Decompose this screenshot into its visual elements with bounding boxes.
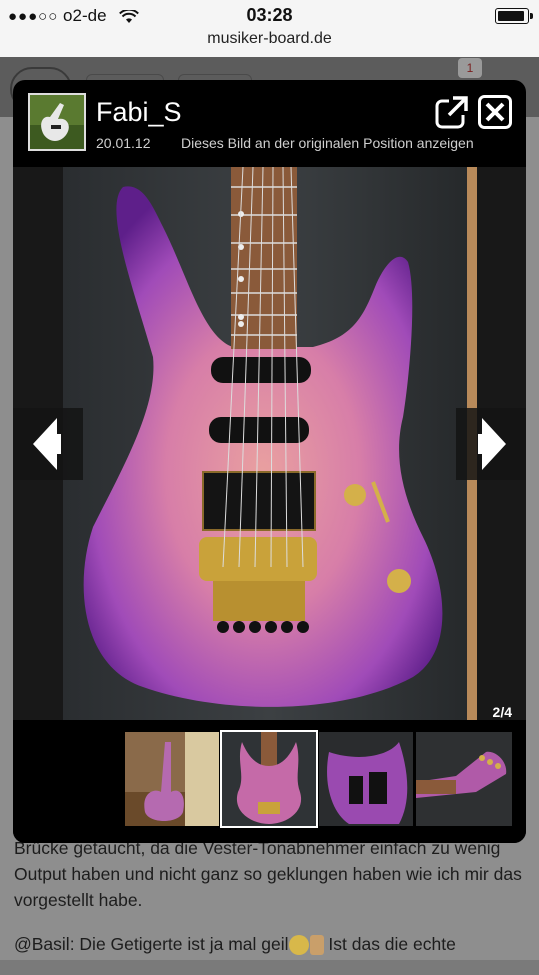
arrow-left-icon xyxy=(33,418,61,470)
avatar[interactable] xyxy=(28,93,86,151)
thumbnail-4-image xyxy=(416,732,512,826)
thumbs-up-icon xyxy=(309,935,324,956)
lightbox-header: Fabi_S 20.01.12 Dieses Bild an der origi… xyxy=(13,80,526,166)
smiley-icon xyxy=(288,935,309,956)
post-text-segment: @Basil: Die Getigerte ist ja mal geil xyxy=(14,934,289,954)
post-date: 20.01.12 xyxy=(96,135,151,151)
arrow-right-icon xyxy=(478,418,506,470)
guitar-photo[interactable] xyxy=(63,167,477,720)
author-name[interactable]: Fabi_S xyxy=(96,97,182,128)
address-bar[interactable]: musiker-board.de xyxy=(0,30,539,48)
thumbnail-3-image xyxy=(319,732,413,826)
external-link-icon[interactable] xyxy=(435,95,469,129)
thumbnail-3[interactable] xyxy=(319,732,413,826)
thumbnail-2[interactable] xyxy=(220,730,318,828)
thumbnail-2-image xyxy=(222,732,316,826)
avatar-guitar-image xyxy=(30,95,84,149)
original-position-link[interactable]: Dieses Bild an der originalen Position a… xyxy=(181,135,474,151)
previous-image-button[interactable] xyxy=(13,408,83,480)
image-stage: 2/4 xyxy=(13,167,526,720)
thumbnail-1-image xyxy=(125,732,219,826)
thumbnail-1[interactable] xyxy=(125,732,219,826)
image-lightbox: Fabi_S 20.01.12 Dieses Bild an der origi… xyxy=(13,80,526,843)
battery-icon xyxy=(495,8,533,24)
thumbnail-strip[interactable] xyxy=(13,720,526,843)
thumbnail-4[interactable] xyxy=(416,732,512,826)
clock: 03:28 xyxy=(246,5,293,25)
notification-badge[interactable]: 1 xyxy=(458,58,482,78)
post-text-segment: Ist das die echte xyxy=(323,934,456,954)
next-image-button[interactable] xyxy=(456,408,526,480)
post-paragraph: Brücke getaucht, da die Vester-Tonabnehm… xyxy=(14,838,522,910)
close-icon[interactable] xyxy=(478,95,512,129)
post-text: Brücke getaucht, da die Vester-Tonabnehm… xyxy=(14,835,524,975)
image-counter: 2/4 xyxy=(492,704,512,720)
post-paragraph: @Basil: Die Getigerte ist ja mal geil Is… xyxy=(14,931,524,957)
status-bar: ●●●○○ o2-de 03:28 musiker-board.de xyxy=(0,0,539,57)
